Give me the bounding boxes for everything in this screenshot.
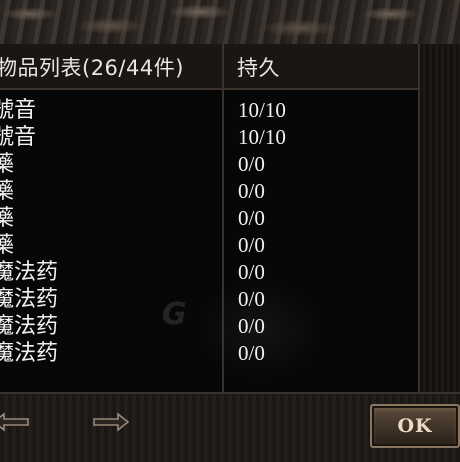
list-item[interactable]: 魔法药 0/0 [0,341,420,366]
item-durability: 0/0 [238,341,265,365]
item-durability: 0/0 [238,233,265,257]
item-durability: 0/0 [238,179,265,203]
arrow-left-icon [0,412,29,432]
list-item[interactable]: 藥 0/0 [0,179,420,204]
list-item[interactable]: 藥 0/0 [0,206,420,231]
item-durability: 0/0 [238,206,265,230]
arrow-right-icon [93,412,130,432]
item-name: 魔法药 [0,341,59,366]
item-durability: 0/0 [238,287,265,311]
item-durability: 10/10 [238,125,286,149]
item-durability: 0/0 [238,260,265,284]
item-durability: 0/0 [238,314,265,338]
list-item[interactable]: 號音 10/10 [0,98,420,123]
ornate-frame-top [0,0,460,48]
item-name: 號音 [0,125,37,150]
list-header: 物品列表(26/44件) 持久 [0,44,420,90]
item-name: 藥 [0,152,15,177]
list-item[interactable]: 魔法药 0/0 [0,287,420,312]
prev-page-button[interactable] [0,408,34,436]
ok-button[interactable]: OK [370,404,460,448]
next-page-button[interactable] [88,408,132,436]
list-item[interactable]: 藥 0/0 [0,152,420,177]
column-divider [222,44,224,392]
item-name: 藥 [0,179,15,204]
item-list-header: 物品列表(26/44件) [0,56,184,80]
item-name: 藥 [0,233,15,258]
list-item[interactable]: 魔法药 0/0 [0,314,420,339]
item-durability: 0/0 [238,152,265,176]
list-item[interactable]: 號音 10/10 [0,125,420,150]
durability-header: 持久 [237,56,280,80]
list-item[interactable]: 魔法药 0/0 [0,260,420,285]
item-durability: 10/10 [238,98,286,122]
item-name: 魔法药 [0,260,59,285]
item-list[interactable]: G 號音 10/10 號音 10/10 藥 0/0 藥 0/0 藥 0/0 藥 … [0,90,420,392]
item-name: 魔法药 [0,314,59,339]
list-item[interactable]: 藥 0/0 [0,233,420,258]
item-name: 號音 [0,98,37,123]
item-name: 藥 [0,206,15,231]
item-name: 魔法药 [0,287,59,312]
